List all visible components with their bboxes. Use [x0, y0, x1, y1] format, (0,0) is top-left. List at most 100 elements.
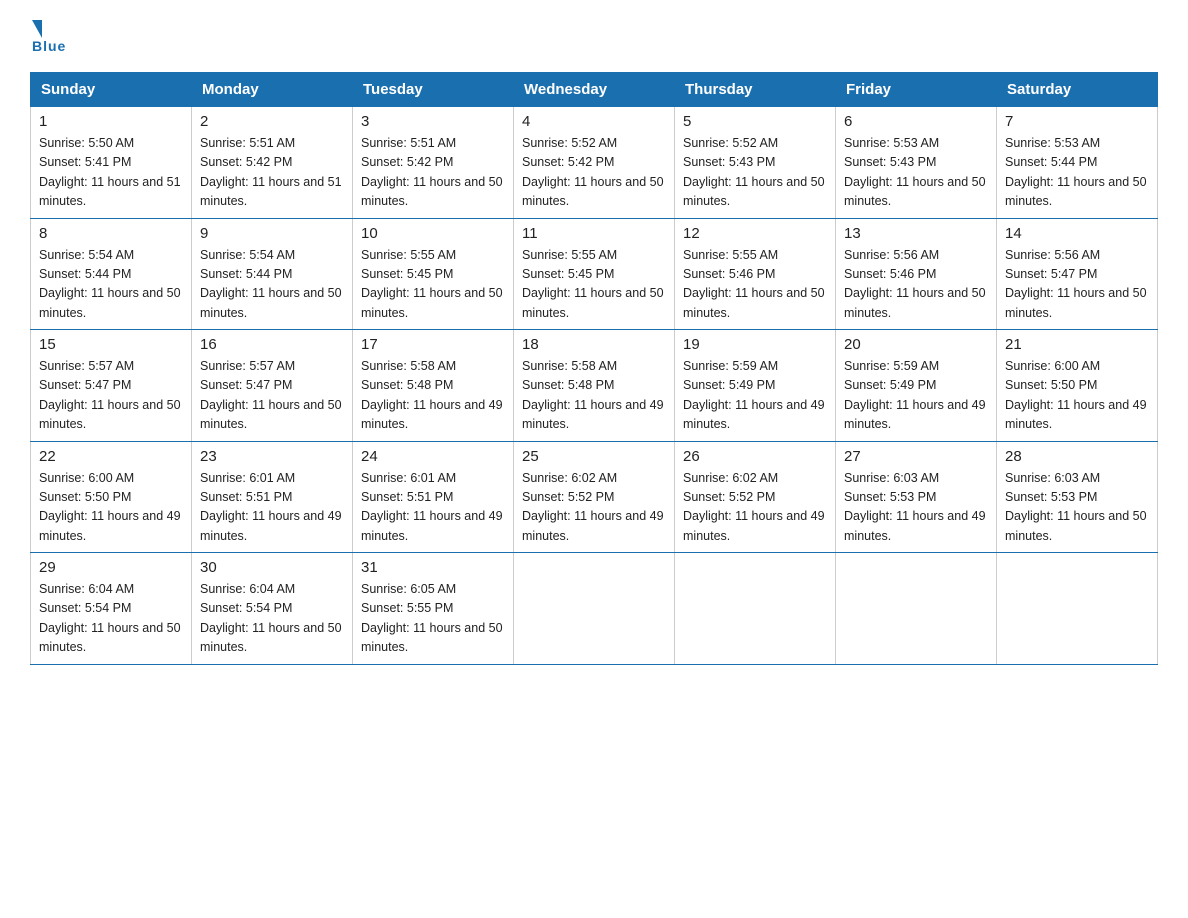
- calendar-week-row: 29 Sunrise: 6:04 AM Sunset: 5:54 PM Dayl…: [31, 553, 1158, 665]
- calendar-week-row: 22 Sunrise: 6:00 AM Sunset: 5:50 PM Dayl…: [31, 441, 1158, 553]
- day-number: 9: [200, 225, 344, 242]
- calendar-day-cell: 10 Sunrise: 5:55 AM Sunset: 5:45 PM Dayl…: [353, 218, 514, 330]
- calendar-header-thursday: Thursday: [675, 73, 836, 107]
- calendar-day-cell: 22 Sunrise: 6:00 AM Sunset: 5:50 PM Dayl…: [31, 441, 192, 553]
- calendar-day-cell: 1 Sunrise: 5:50 AM Sunset: 5:41 PM Dayli…: [31, 107, 192, 219]
- day-info: Sunrise: 6:03 AM Sunset: 5:53 PM Dayligh…: [1005, 469, 1149, 547]
- calendar-day-cell: [675, 553, 836, 665]
- day-info: Sunrise: 5:50 AM Sunset: 5:41 PM Dayligh…: [39, 134, 183, 212]
- day-number: 26: [683, 448, 827, 465]
- calendar-day-cell: 17 Sunrise: 5:58 AM Sunset: 5:48 PM Dayl…: [353, 330, 514, 442]
- day-number: 31: [361, 559, 505, 576]
- day-number: 1: [39, 113, 183, 130]
- day-info: Sunrise: 5:53 AM Sunset: 5:44 PM Dayligh…: [1005, 134, 1149, 212]
- day-number: 29: [39, 559, 183, 576]
- day-info: Sunrise: 6:04 AM Sunset: 5:54 PM Dayligh…: [200, 580, 344, 658]
- day-info: Sunrise: 6:01 AM Sunset: 5:51 PM Dayligh…: [200, 469, 344, 547]
- day-info: Sunrise: 5:55 AM Sunset: 5:45 PM Dayligh…: [361, 246, 505, 324]
- day-info: Sunrise: 6:02 AM Sunset: 5:52 PM Dayligh…: [683, 469, 827, 547]
- calendar-day-cell: 19 Sunrise: 5:59 AM Sunset: 5:49 PM Dayl…: [675, 330, 836, 442]
- day-info: Sunrise: 5:59 AM Sunset: 5:49 PM Dayligh…: [844, 357, 988, 435]
- day-number: 23: [200, 448, 344, 465]
- calendar-day-cell: [514, 553, 675, 665]
- day-number: 10: [361, 225, 505, 242]
- day-number: 19: [683, 336, 827, 353]
- day-number: 20: [844, 336, 988, 353]
- calendar-header-monday: Monday: [192, 73, 353, 107]
- day-number: 16: [200, 336, 344, 353]
- calendar-table: SundayMondayTuesdayWednesdayThursdayFrid…: [30, 72, 1158, 665]
- calendar-day-cell: 25 Sunrise: 6:02 AM Sunset: 5:52 PM Dayl…: [514, 441, 675, 553]
- calendar-day-cell: 15 Sunrise: 5:57 AM Sunset: 5:47 PM Dayl…: [31, 330, 192, 442]
- calendar-day-cell: 30 Sunrise: 6:04 AM Sunset: 5:54 PM Dayl…: [192, 553, 353, 665]
- day-info: Sunrise: 5:54 AM Sunset: 5:44 PM Dayligh…: [200, 246, 344, 324]
- day-info: Sunrise: 6:04 AM Sunset: 5:54 PM Dayligh…: [39, 580, 183, 658]
- calendar-header-sunday: Sunday: [31, 73, 192, 107]
- calendar-day-cell: 8 Sunrise: 5:54 AM Sunset: 5:44 PM Dayli…: [31, 218, 192, 330]
- day-info: Sunrise: 5:58 AM Sunset: 5:48 PM Dayligh…: [361, 357, 505, 435]
- calendar-day-cell: 3 Sunrise: 5:51 AM Sunset: 5:42 PM Dayli…: [353, 107, 514, 219]
- day-info: Sunrise: 6:00 AM Sunset: 5:50 PM Dayligh…: [1005, 357, 1149, 435]
- day-number: 24: [361, 448, 505, 465]
- day-number: 3: [361, 113, 505, 130]
- logo: Blue: [30, 20, 66, 54]
- calendar-day-cell: 18 Sunrise: 5:58 AM Sunset: 5:48 PM Dayl…: [514, 330, 675, 442]
- calendar-week-row: 1 Sunrise: 5:50 AM Sunset: 5:41 PM Dayli…: [31, 107, 1158, 219]
- day-number: 8: [39, 225, 183, 242]
- calendar-header-friday: Friday: [836, 73, 997, 107]
- day-info: Sunrise: 5:57 AM Sunset: 5:47 PM Dayligh…: [39, 357, 183, 435]
- day-info: Sunrise: 6:01 AM Sunset: 5:51 PM Dayligh…: [361, 469, 505, 547]
- day-info: Sunrise: 5:54 AM Sunset: 5:44 PM Dayligh…: [39, 246, 183, 324]
- calendar-day-cell: 16 Sunrise: 5:57 AM Sunset: 5:47 PM Dayl…: [192, 330, 353, 442]
- page-header: Blue: [30, 20, 1158, 54]
- day-number: 12: [683, 225, 827, 242]
- day-number: 15: [39, 336, 183, 353]
- calendar-day-cell: 14 Sunrise: 5:56 AM Sunset: 5:47 PM Dayl…: [997, 218, 1158, 330]
- calendar-day-cell: 11 Sunrise: 5:55 AM Sunset: 5:45 PM Dayl…: [514, 218, 675, 330]
- day-number: 22: [39, 448, 183, 465]
- calendar-week-row: 8 Sunrise: 5:54 AM Sunset: 5:44 PM Dayli…: [31, 218, 1158, 330]
- calendar-day-cell: 29 Sunrise: 6:04 AM Sunset: 5:54 PM Dayl…: [31, 553, 192, 665]
- calendar-day-cell: 9 Sunrise: 5:54 AM Sunset: 5:44 PM Dayli…: [192, 218, 353, 330]
- day-number: 28: [1005, 448, 1149, 465]
- day-info: Sunrise: 6:03 AM Sunset: 5:53 PM Dayligh…: [844, 469, 988, 547]
- day-info: Sunrise: 6:00 AM Sunset: 5:50 PM Dayligh…: [39, 469, 183, 547]
- day-number: 14: [1005, 225, 1149, 242]
- calendar-day-cell: 23 Sunrise: 6:01 AM Sunset: 5:51 PM Dayl…: [192, 441, 353, 553]
- day-number: 11: [522, 225, 666, 242]
- calendar-day-cell: [836, 553, 997, 665]
- calendar-day-cell: 13 Sunrise: 5:56 AM Sunset: 5:46 PM Dayl…: [836, 218, 997, 330]
- day-info: Sunrise: 5:57 AM Sunset: 5:47 PM Dayligh…: [200, 357, 344, 435]
- day-number: 25: [522, 448, 666, 465]
- day-number: 4: [522, 113, 666, 130]
- day-number: 17: [361, 336, 505, 353]
- calendar-day-cell: 12 Sunrise: 5:55 AM Sunset: 5:46 PM Dayl…: [675, 218, 836, 330]
- calendar-header-wednesday: Wednesday: [514, 73, 675, 107]
- day-number: 6: [844, 113, 988, 130]
- logo-underline: Blue: [32, 38, 66, 54]
- calendar-day-cell: 5 Sunrise: 5:52 AM Sunset: 5:43 PM Dayli…: [675, 107, 836, 219]
- calendar-day-cell: 28 Sunrise: 6:03 AM Sunset: 5:53 PM Dayl…: [997, 441, 1158, 553]
- day-number: 21: [1005, 336, 1149, 353]
- day-number: 18: [522, 336, 666, 353]
- day-info: Sunrise: 6:02 AM Sunset: 5:52 PM Dayligh…: [522, 469, 666, 547]
- calendar-week-row: 15 Sunrise: 5:57 AM Sunset: 5:47 PM Dayl…: [31, 330, 1158, 442]
- day-info: Sunrise: 5:55 AM Sunset: 5:46 PM Dayligh…: [683, 246, 827, 324]
- calendar-day-cell: 20 Sunrise: 5:59 AM Sunset: 5:49 PM Dayl…: [836, 330, 997, 442]
- day-number: 7: [1005, 113, 1149, 130]
- calendar-day-cell: 21 Sunrise: 6:00 AM Sunset: 5:50 PM Dayl…: [997, 330, 1158, 442]
- calendar-header-saturday: Saturday: [997, 73, 1158, 107]
- day-info: Sunrise: 5:56 AM Sunset: 5:47 PM Dayligh…: [1005, 246, 1149, 324]
- day-info: Sunrise: 6:05 AM Sunset: 5:55 PM Dayligh…: [361, 580, 505, 658]
- day-info: Sunrise: 5:59 AM Sunset: 5:49 PM Dayligh…: [683, 357, 827, 435]
- calendar-day-cell: 24 Sunrise: 6:01 AM Sunset: 5:51 PM Dayl…: [353, 441, 514, 553]
- day-info: Sunrise: 5:53 AM Sunset: 5:43 PM Dayligh…: [844, 134, 988, 212]
- calendar-day-cell: 26 Sunrise: 6:02 AM Sunset: 5:52 PM Dayl…: [675, 441, 836, 553]
- day-info: Sunrise: 5:51 AM Sunset: 5:42 PM Dayligh…: [200, 134, 344, 212]
- calendar-header-row: SundayMondayTuesdayWednesdayThursdayFrid…: [31, 73, 1158, 107]
- day-info: Sunrise: 5:55 AM Sunset: 5:45 PM Dayligh…: [522, 246, 666, 324]
- day-number: 5: [683, 113, 827, 130]
- calendar-day-cell: 2 Sunrise: 5:51 AM Sunset: 5:42 PM Dayli…: [192, 107, 353, 219]
- day-info: Sunrise: 5:52 AM Sunset: 5:42 PM Dayligh…: [522, 134, 666, 212]
- day-info: Sunrise: 5:56 AM Sunset: 5:46 PM Dayligh…: [844, 246, 988, 324]
